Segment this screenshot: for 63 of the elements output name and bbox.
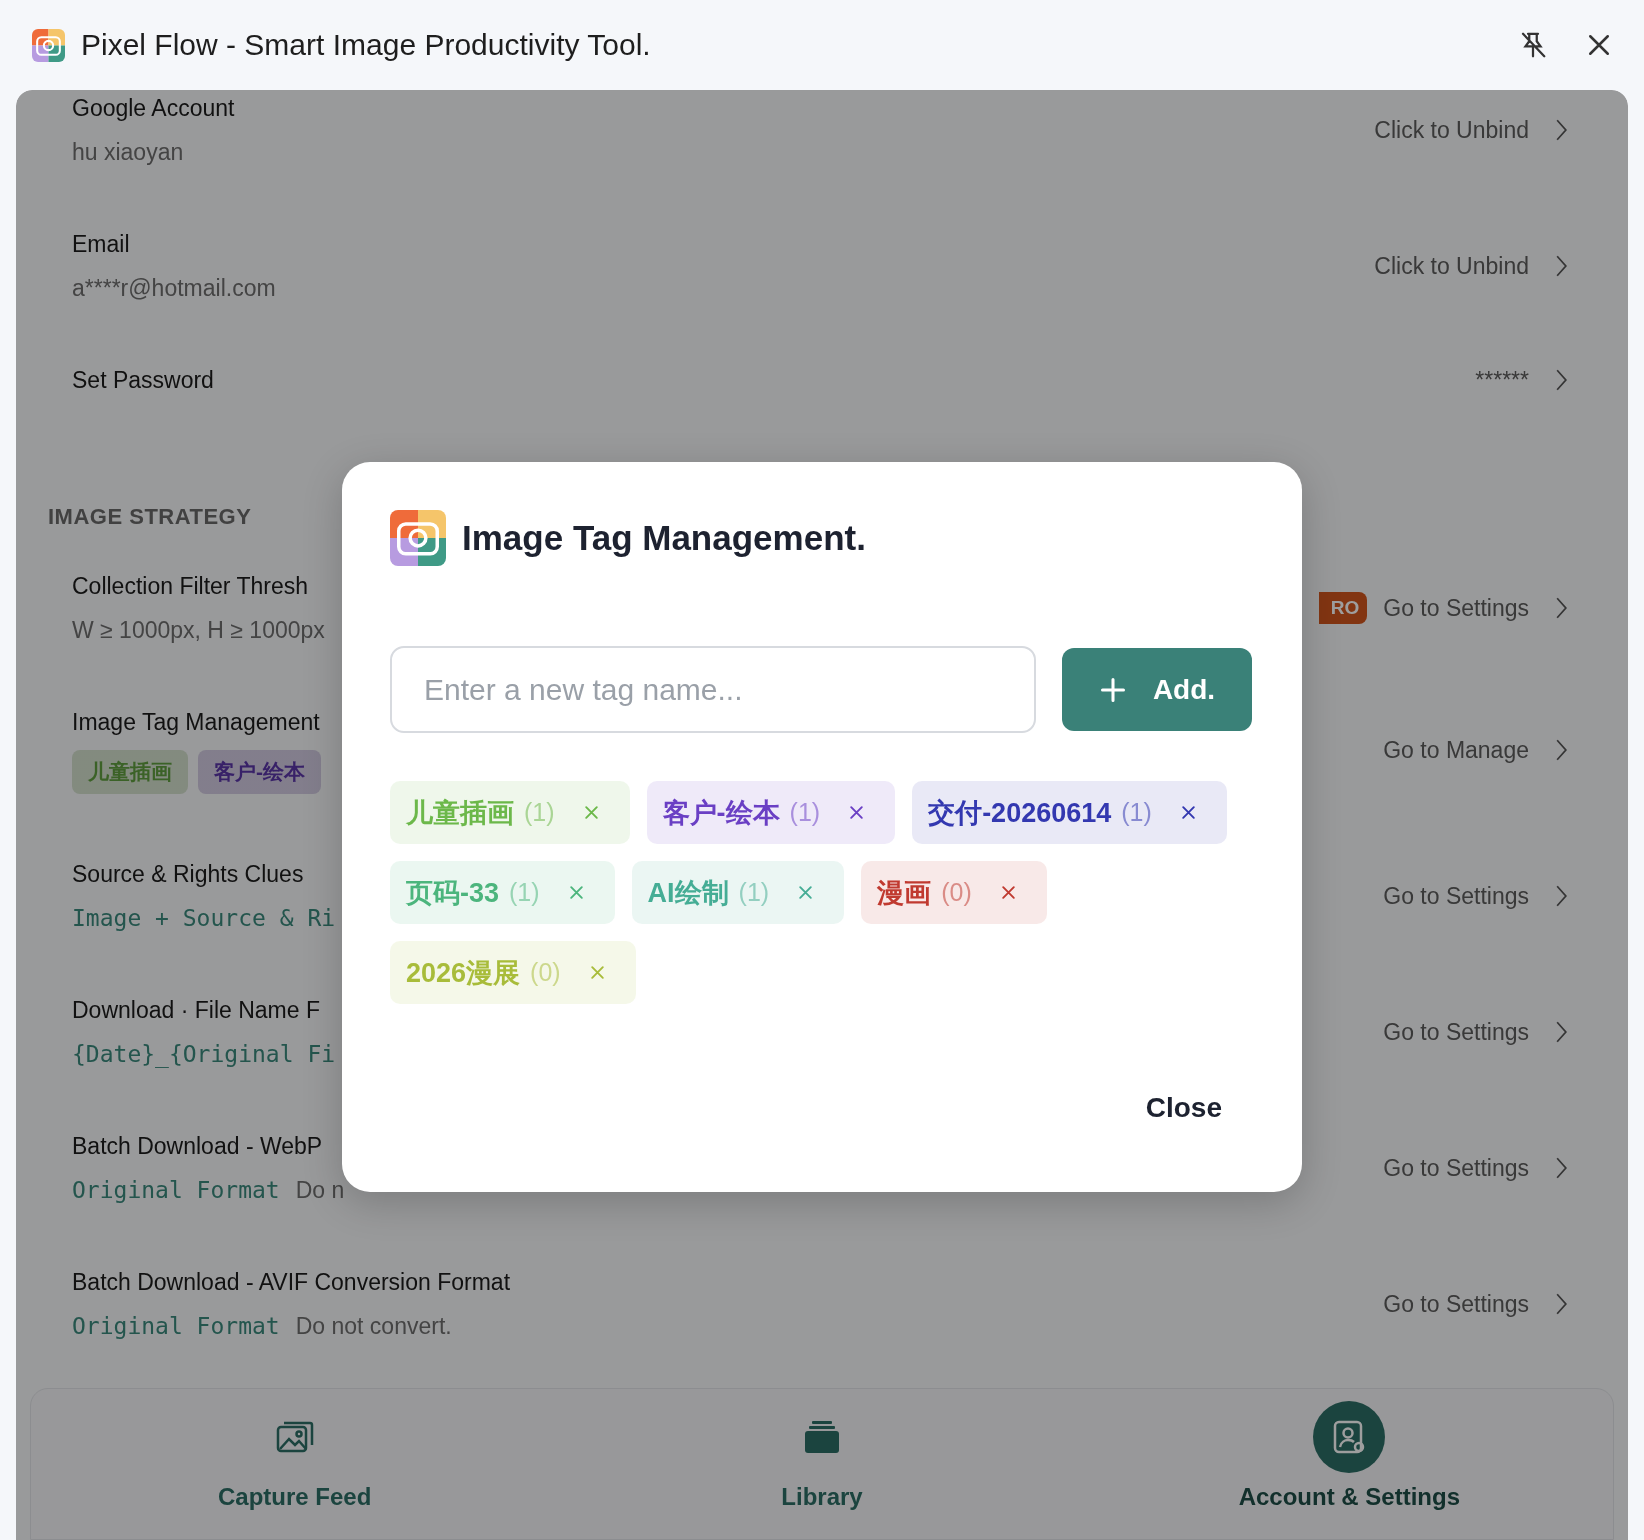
chevron-right-icon[interactable] (1555, 1019, 1568, 1045)
setting-value: Image + Source & Ri (72, 904, 336, 933)
row-action[interactable]: Go to Manage (1383, 736, 1529, 764)
chevron-right-icon[interactable] (1555, 1291, 1568, 1317)
tag-name-input[interactable]: Enter a new tag name... (390, 646, 1036, 733)
row-action[interactable]: Go to Settings (1383, 1290, 1529, 1318)
setting-label: Image Tag Management (72, 708, 320, 737)
remove-icon[interactable] (999, 884, 1017, 901)
row-action[interactable]: Go to Settings (1383, 1154, 1529, 1182)
tag-chip: 儿童插画 (72, 750, 188, 794)
remove-icon[interactable] (848, 804, 866, 821)
plus-icon (1098, 675, 1127, 704)
stack-icon (802, 1419, 842, 1455)
pro-badge: RO (1318, 592, 1368, 624)
tag-chip: 漫画 (0) (861, 861, 1047, 924)
setting-note: Do not convert. (295, 1312, 452, 1341)
setting-value: Original Format (72, 1176, 280, 1205)
row-action[interactable]: Go to Settings (1383, 882, 1529, 910)
close-button[interactable]: Close (1115, 1084, 1252, 1132)
tag-chip: 儿童插画 (1) (390, 781, 630, 844)
setting-label: Batch Download - WebP (72, 1132, 323, 1161)
window-title: Pixel Flow - Smart Image Productivity Tool. (81, 28, 652, 62)
nav-tab[interactable]: Library (558, 1389, 1086, 1539)
dialog-title: Image Tag Management. (462, 518, 866, 558)
chevron-right-icon[interactable] (1555, 1155, 1568, 1181)
row-action[interactable]: Click to Unbind (1374, 252, 1529, 280)
nav-tab[interactable]: Account & Settings (1085, 1389, 1613, 1539)
add-button[interactable]: Add. (1062, 648, 1252, 731)
tag-chip: 页码-33 (1) (390, 861, 615, 924)
setting-label: Email (72, 230, 130, 259)
chevron-right-icon[interactable] (1555, 883, 1568, 909)
row-action[interactable]: Click to Unbind (1374, 116, 1529, 144)
setting-value: {Date}_{Original Fi (72, 1040, 336, 1070)
row-action[interactable]: Go to Settings (1383, 594, 1529, 622)
row-action[interactable]: ****** (1475, 366, 1529, 394)
chevron-right-icon[interactable] (1555, 253, 1568, 279)
setting-value: a****r@hotmail.com (72, 274, 276, 303)
tag-chip: 交付-20260614 (1) (912, 781, 1227, 844)
setting-label: Collection Filter Thresh (72, 572, 309, 601)
setting-label: Set Password (72, 366, 214, 395)
remove-icon[interactable] (1179, 804, 1197, 821)
app-logo-icon (390, 510, 446, 566)
setting-value: Original Format (72, 1312, 280, 1341)
app-logo-icon (32, 28, 65, 62)
setting-label: Download · File Name F (72, 996, 320, 1025)
section-heading: IMAGE STRATEGY (48, 504, 252, 529)
tag-chip: AI绘制 (1) (631, 861, 845, 924)
tag-chip: 2026漫展 (0) (390, 941, 636, 1004)
setting-label: Batch Download - AVIF Conversion Format (72, 1268, 511, 1297)
nav-tab[interactable]: Capture Feed (31, 1389, 559, 1539)
chevron-right-icon[interactable] (1555, 367, 1568, 393)
setting-note: Do n (295, 1176, 345, 1205)
chevron-right-icon[interactable] (1555, 595, 1568, 621)
chevron-right-icon[interactable] (1555, 737, 1568, 763)
setting-value: W ≥ 1000px, H ≥ 1000px (72, 616, 325, 645)
pictures-icon (274, 1419, 315, 1455)
setting-value: hu xiaoyan (72, 138, 184, 167)
row-action[interactable]: Go to Settings (1383, 1018, 1529, 1046)
setting-label: Source & Rights Clues (72, 860, 304, 889)
chevron-right-icon[interactable] (1555, 117, 1568, 143)
setting-label: Google Account (72, 94, 235, 123)
tag-chip: 客户-绘本 (1) (646, 781, 896, 844)
tag-chip: 客户-绘本 (198, 750, 321, 794)
